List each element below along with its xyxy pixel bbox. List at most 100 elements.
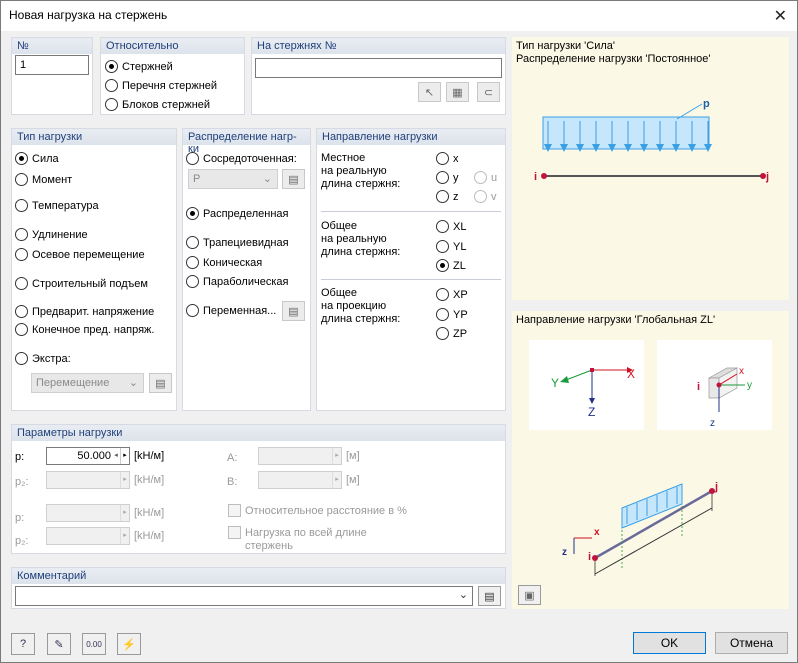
load-wizard-icon[interactable]: ⚡: [117, 633, 141, 655]
radio-dir-y[interactable]: y: [436, 171, 459, 184]
radio-dot[interactable]: [15, 199, 28, 212]
radio-dot[interactable]: [15, 323, 28, 336]
p2-b-label: p₂:: [15, 535, 29, 547]
radio-dir-zl[interactable]: ZL: [436, 259, 466, 272]
extra-combo[interactable]: Перемещение ⌄: [31, 373, 144, 393]
help-icon[interactable]: ?: [11, 633, 35, 655]
radio-dot[interactable]: [186, 256, 199, 269]
radio-trapezoidal[interactable]: Трапециевидная: [186, 236, 289, 249]
radio-dot[interactable]: [15, 305, 28, 318]
variable-edit-icon[interactable]: ▤: [282, 301, 305, 321]
radio-concentrated[interactable]: Сосредоточенная:: [186, 152, 297, 165]
radio-moment[interactable]: Момент: [15, 173, 72, 186]
radio-dir-yp[interactable]: YP: [436, 308, 468, 321]
cancel-button[interactable]: Отмена: [715, 632, 788, 654]
radio-dot[interactable]: [436, 288, 449, 301]
close-icon[interactable]: ✕: [774, 6, 787, 26]
view-options-icon[interactable]: ▣: [518, 585, 541, 605]
spin-arrows-icon: ▸: [120, 528, 129, 544]
radio-dot[interactable]: [436, 308, 449, 321]
radio-dot[interactable]: [15, 228, 28, 241]
radio-variable[interactable]: Переменная...: [186, 304, 276, 317]
radio-end-prestress[interactable]: Конечное пред. напряж.: [15, 323, 154, 336]
p-input[interactable]: 50.000 ◂ ▸: [46, 447, 130, 465]
comment-library-icon[interactable]: ▤: [478, 586, 501, 606]
radio-prestress[interactable]: Предварит. напряжение: [15, 305, 154, 318]
extra-edit-icon[interactable]: ▤: [149, 373, 172, 393]
checkbox-box[interactable]: [228, 504, 241, 517]
on-members-input[interactable]: [255, 58, 502, 78]
full-length-checkbox[interactable]: Нагрузка по всей длине: [228, 526, 367, 539]
radio-axial-displacement[interactable]: Осевое перемещение: [15, 248, 145, 261]
global-axes-box: X Y Z: [529, 340, 644, 430]
radio-member-sets[interactable]: Блоков стержней: [105, 98, 210, 111]
radio-dot[interactable]: [436, 240, 449, 253]
radio-extra[interactable]: Экстра:: [15, 352, 71, 365]
radio-dot[interactable]: [105, 98, 118, 111]
radio-dot[interactable]: [186, 275, 199, 288]
member-x-text: x: [594, 527, 600, 538]
radio-dot[interactable]: [15, 173, 28, 186]
global-axes-diagram: X Y Z: [551, 367, 635, 419]
global-true-label: Общее на реальную длина стержня:: [321, 220, 401, 258]
radio-dot[interactable]: [15, 248, 28, 261]
number-title: №: [12, 38, 92, 54]
select-members-icon[interactable]: ▦: [446, 82, 469, 102]
comment-panel: Комментарий ⌄ ▤: [11, 567, 506, 609]
combo-value: P: [193, 173, 201, 185]
ok-button[interactable]: OK: [633, 632, 706, 654]
local-label: Местное на реальную длина стержня:: [321, 152, 401, 190]
on-members-title: На стержнях №: [252, 38, 505, 54]
radio-dir-xl[interactable]: XL: [436, 220, 466, 233]
radio-force[interactable]: Сила: [15, 152, 59, 165]
spin-arrows-icon[interactable]: ◂: [112, 448, 120, 464]
radio-dir-xp[interactable]: XP: [436, 288, 468, 301]
radio-dot[interactable]: [186, 304, 199, 317]
units-icon[interactable]: 0.00: [82, 633, 106, 655]
global-proj-label: Общее на проекцию длина стержня:: [321, 287, 401, 325]
radio-dot[interactable]: [186, 207, 199, 220]
radio-dot[interactable]: [186, 236, 199, 249]
radio-dot[interactable]: [436, 152, 449, 165]
edit-icon[interactable]: ✎: [47, 633, 71, 655]
pick-members-icon[interactable]: ↖: [418, 82, 441, 102]
radio-distributed[interactable]: Распределенная: [186, 207, 288, 220]
radio-dir-yl[interactable]: YL: [436, 240, 466, 253]
radio-dot[interactable]: [436, 259, 449, 272]
radio-label: YP: [453, 308, 468, 321]
number-input[interactable]: [15, 55, 89, 75]
comment-input[interactable]: ⌄: [15, 586, 473, 606]
radio-conical[interactable]: Коническая: [186, 256, 262, 269]
radio-dot[interactable]: [436, 327, 449, 340]
radio-dir-zp[interactable]: ZP: [436, 327, 467, 340]
direction-pane: Направление нагрузки 'Глобальная ZL' X Y…: [512, 311, 789, 609]
radio-dot[interactable]: [105, 79, 118, 92]
radio-label: Строительный подъем: [32, 277, 148, 290]
checkbox-box[interactable]: [228, 526, 241, 539]
radio-parabolic[interactable]: Параболическая: [186, 275, 288, 288]
relative-distance-checkbox[interactable]: Относительное расстояние в %: [228, 504, 407, 517]
radio-member-list[interactable]: Перечня стержней: [105, 79, 217, 92]
radio-elongation[interactable]: Удлинение: [15, 228, 88, 241]
radio-dot[interactable]: [105, 60, 118, 73]
radio-dot[interactable]: [15, 352, 28, 365]
radio-dot[interactable]: [186, 152, 199, 165]
radio-dot[interactable]: [436, 190, 449, 203]
radio-dot[interactable]: [436, 220, 449, 233]
radio-dot[interactable]: [15, 277, 28, 290]
radio-label: x: [453, 152, 459, 165]
spin-arrows-icon[interactable]: ▸: [120, 448, 129, 464]
concentrated-combo[interactable]: P ⌄: [188, 169, 278, 189]
concentrated-edit-icon[interactable]: ▤: [282, 169, 305, 189]
radio-dot[interactable]: [436, 171, 449, 184]
chevron-down-icon[interactable]: ⌄: [459, 588, 468, 601]
radio-dir-x[interactable]: x: [436, 152, 459, 165]
link-icon[interactable]: ⊂: [477, 82, 500, 102]
radio-dot[interactable]: [15, 152, 28, 165]
info-line-1: Тип нагрузки 'Сила': [516, 40, 615, 52]
radio-precamber[interactable]: Строительный подъем: [15, 277, 148, 290]
radio-members[interactable]: Стержней: [105, 60, 173, 73]
radio-dir-z[interactable]: z: [436, 190, 459, 203]
local-axes-box: x y z i: [657, 340, 772, 430]
radio-temperature[interactable]: Температура: [15, 199, 99, 212]
